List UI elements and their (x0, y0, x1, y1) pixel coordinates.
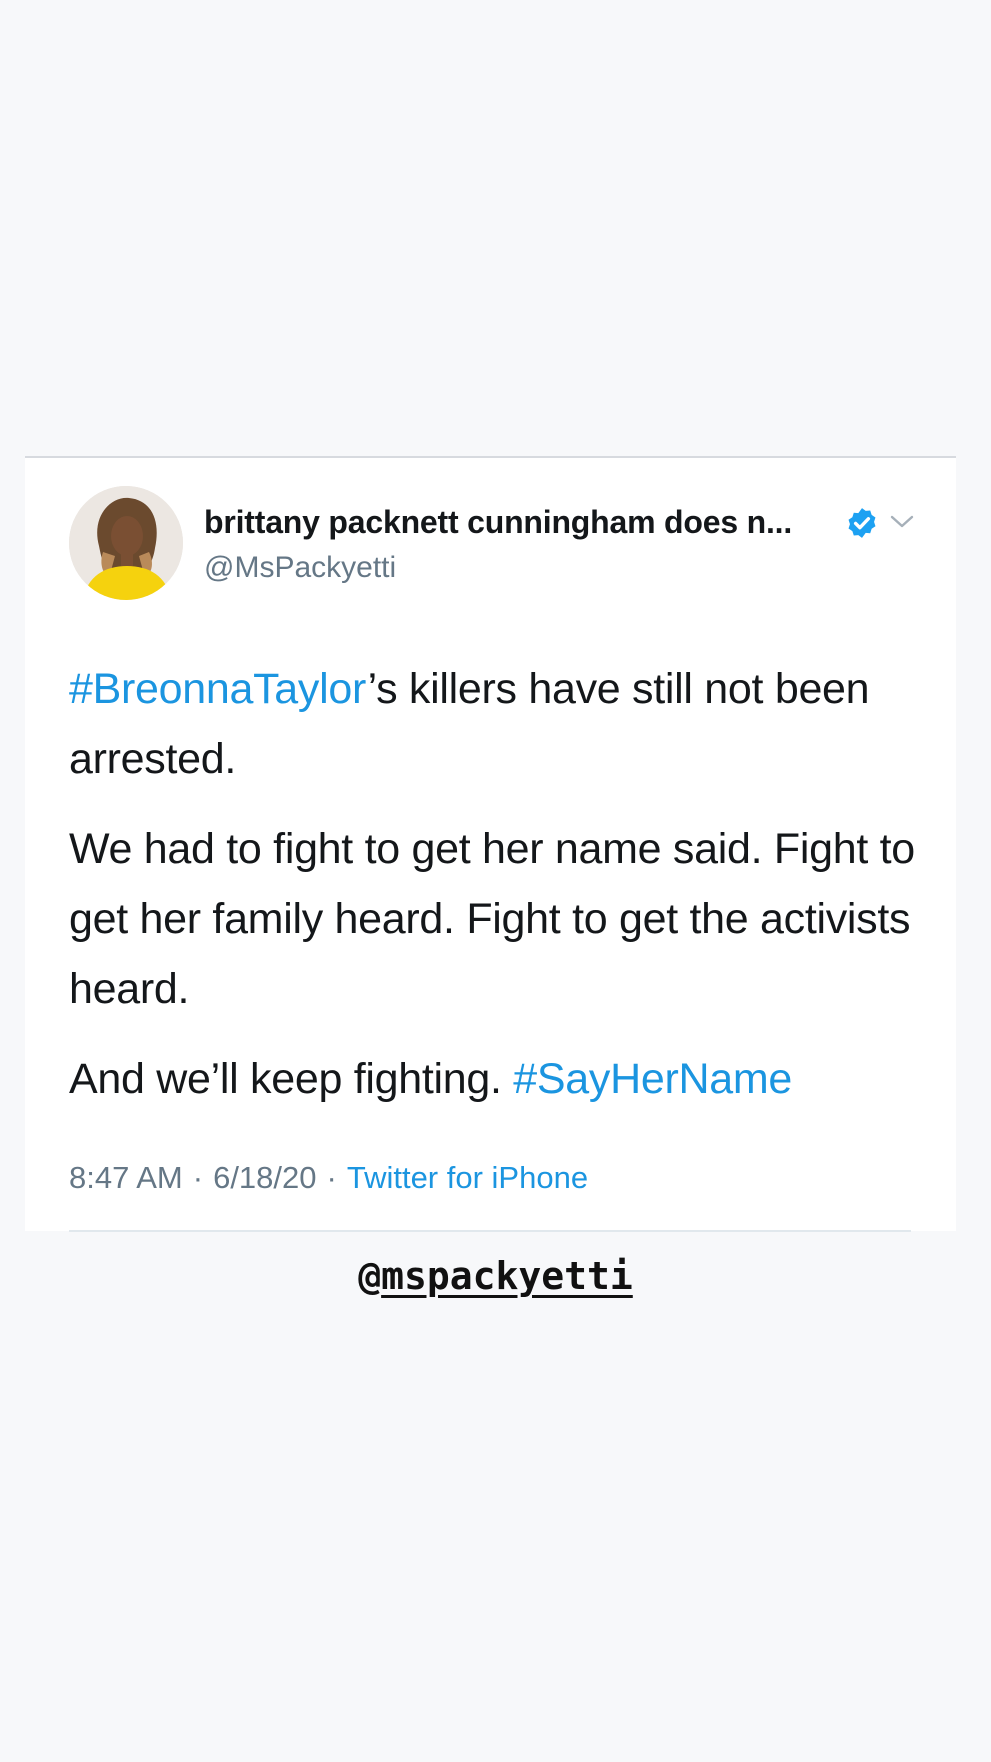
avatar-image (69, 486, 183, 600)
hashtag-link[interactable]: #BreonnaTaylor (69, 665, 368, 713)
tweet-card[interactable]: brittany packnett cunningham does n... @… (25, 456, 956, 1232)
mention-sticker[interactable]: @mspackyetti (0, 1254, 991, 1298)
meta-separator: · (192, 1160, 204, 1195)
tweet-meta: 8:47 AM · 6/18/20 · Twitter for iPhone (69, 1160, 588, 1196)
hashtag-link[interactable]: #SayHerName (513, 1055, 792, 1103)
verified-badge-icon (848, 508, 876, 538)
tweet-text-segment: We had to fight to get her name said. Fi… (69, 825, 915, 1013)
tweet-text: #BreonnaTaylor’s killers have still not … (69, 654, 919, 1134)
tweet-paragraph: #BreonnaTaylor’s killers have still not … (69, 654, 919, 794)
user-handle[interactable]: @MsPackyetti (204, 551, 396, 585)
tweet-time[interactable]: 8:47 AM (69, 1160, 183, 1195)
tweet-paragraph: And we’ll keep fighting. #SayHerName (69, 1044, 919, 1114)
tweet-source[interactable]: Twitter for iPhone (347, 1160, 588, 1195)
mention-at-sign: @ (358, 1254, 382, 1298)
meta-separator: · (326, 1160, 337, 1195)
display-name[interactable]: brittany packnett cunningham does n... (204, 504, 792, 541)
mention-username[interactable]: mspackyetti (381, 1254, 633, 1298)
avatar[interactable] (69, 486, 183, 600)
chevron-down-icon[interactable] (889, 511, 915, 533)
tweet-paragraph: We had to fight to get her name said. Fi… (69, 814, 919, 1024)
tweet-text-segment: And we’ll keep fighting. (69, 1055, 514, 1103)
divider (69, 1230, 911, 1232)
tweet-date[interactable]: 6/18/20 (213, 1160, 316, 1195)
